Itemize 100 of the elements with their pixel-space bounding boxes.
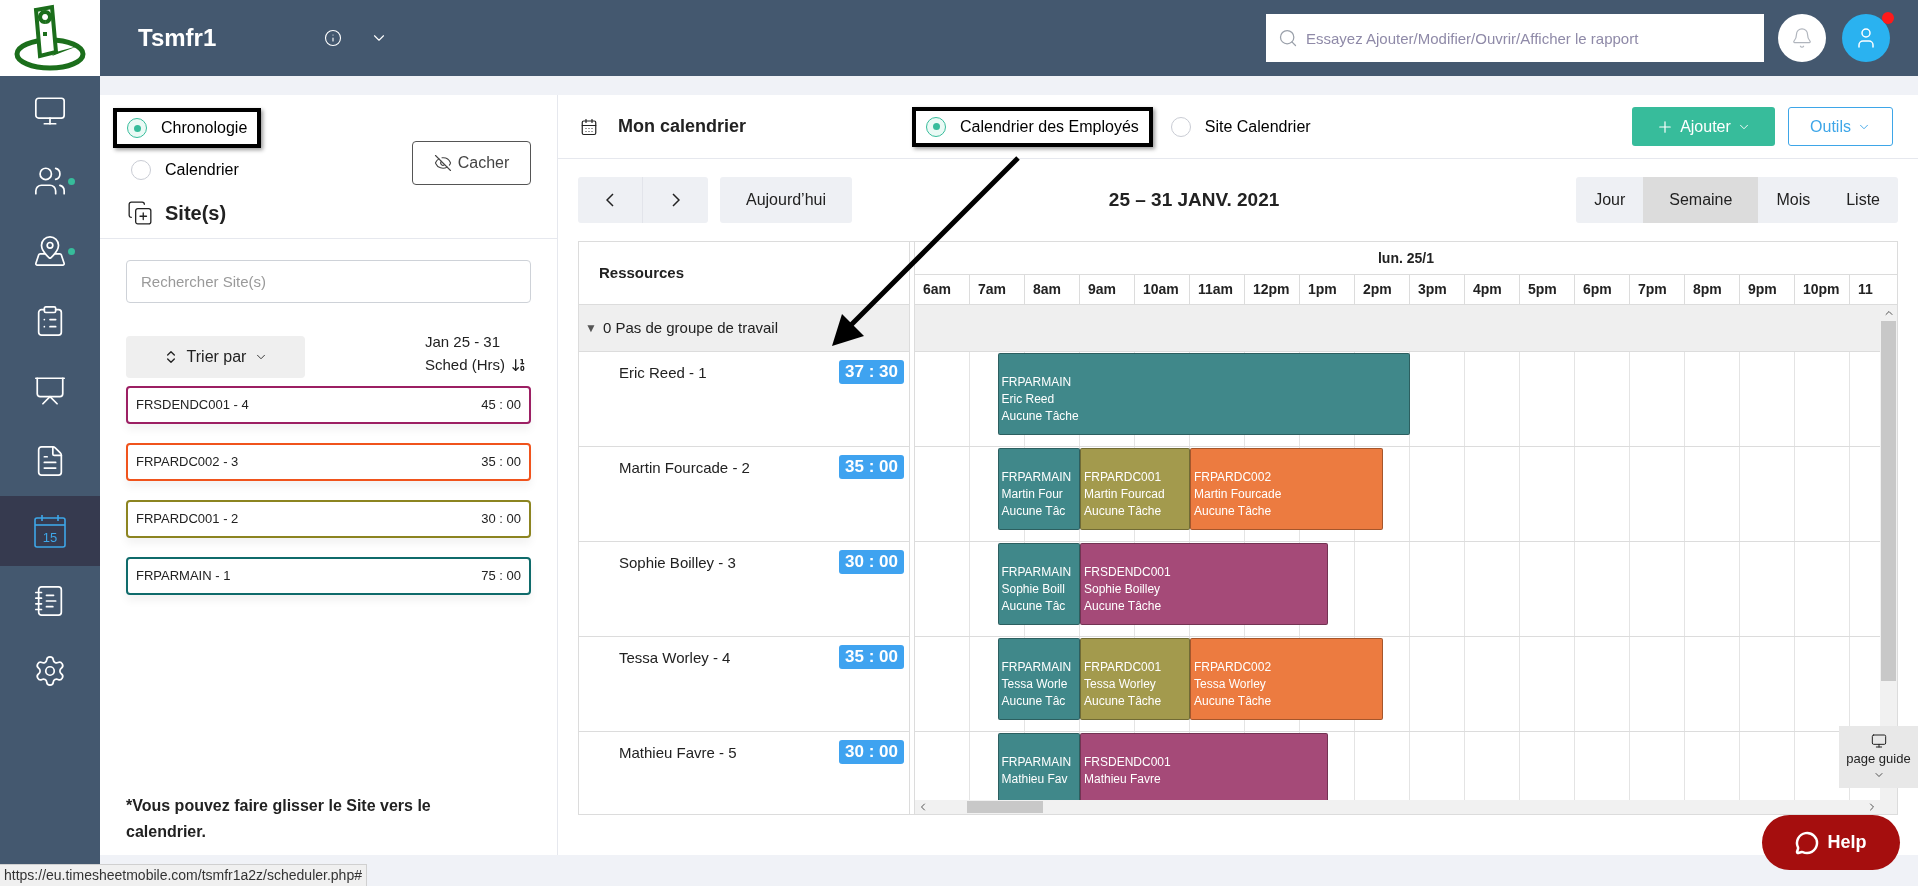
hour-label: 8am xyxy=(1025,275,1080,304)
hours-badge: 35 : 00 xyxy=(839,455,904,479)
hour-label: 5pm xyxy=(1520,275,1575,304)
hour-label: 9am xyxy=(1080,275,1135,304)
today-button[interactable]: Aujourd’hui xyxy=(720,177,852,223)
event-employee: Martin Four xyxy=(1001,486,1064,503)
radio-option[interactable]: Site Calendrier xyxy=(1170,114,1311,139)
shift-event[interactable]: FRPARMAIN Eric Reed Aucune Tâche xyxy=(997,353,1410,435)
group-row[interactable]: ▼ 0 Pas de groupe de travail xyxy=(579,305,909,352)
user-avatar[interactable] xyxy=(1842,14,1890,62)
hour-label: 11 xyxy=(1850,275,1897,304)
logo-icon[interactable] xyxy=(12,4,88,72)
view-tab[interactable]: Semaine xyxy=(1643,177,1759,223)
radio-option[interactable]: Calendrier des Employés xyxy=(926,114,1139,139)
event-task: Aucune Tâc xyxy=(1001,598,1067,615)
event-site: FRSDENDC001 xyxy=(1084,564,1172,581)
page-guide-label: page guide xyxy=(1846,750,1911,769)
hour-label: 7pm xyxy=(1630,275,1685,304)
period-label: Jan 25 - 31 xyxy=(424,332,501,352)
event-employee: Tessa Worley xyxy=(1194,676,1267,693)
scrollbar-thumb[interactable] xyxy=(1881,321,1896,681)
site-item[interactable]: FRPARMAIN - 1 75 : 00 xyxy=(126,557,531,595)
event-employee: Mathieu Favre xyxy=(1084,771,1162,788)
map-icon xyxy=(33,234,67,268)
radio-indicator[interactable] xyxy=(1170,116,1191,137)
hours-badge: 30 : 00 xyxy=(839,550,904,574)
event-site: FRPARMAIN xyxy=(1001,564,1073,581)
hide-button[interactable]: Cacher xyxy=(412,141,531,185)
hour-label: 6am xyxy=(915,275,970,304)
event-employee: Martin Fourcade xyxy=(1194,486,1283,503)
sort-button[interactable]: Trier par xyxy=(126,336,305,378)
radio-option[interactable]: Chronologie xyxy=(127,116,248,140)
event-task: Aucune Tâche xyxy=(1084,693,1163,710)
event-site: FRPARMAIN xyxy=(1001,374,1073,391)
hour-label: 3pm xyxy=(1410,275,1465,304)
add-site-icon[interactable] xyxy=(127,200,153,226)
nav-item[interactable]: 15 xyxy=(0,496,100,566)
hour-label: 6pm xyxy=(1575,275,1630,304)
hour-label: 1pm xyxy=(1300,275,1355,304)
sort-order-icon[interactable] xyxy=(511,356,527,373)
search-icon xyxy=(1278,28,1298,48)
site-name: FRSDENDC001 - 4 xyxy=(136,396,249,415)
hours-badge: 37 : 30 xyxy=(839,360,904,384)
eye-off-icon xyxy=(433,154,452,172)
radio-indicator[interactable] xyxy=(127,118,147,138)
employee-name: Mathieu Favre - 5 xyxy=(619,743,737,763)
view-tab[interactable]: Liste xyxy=(1828,177,1898,223)
users-icon xyxy=(33,164,67,198)
collapse-toggle[interactable]: ▼ xyxy=(585,319,597,337)
event-employee: Eric Reed xyxy=(1001,391,1056,408)
help-button[interactable]: Help xyxy=(1762,815,1900,870)
bell-icon xyxy=(1791,27,1813,49)
event-site: FRSDENDC001 xyxy=(1084,754,1172,771)
view-tab[interactable]: Jour xyxy=(1576,177,1644,223)
event-site: FRPARMAIN xyxy=(1001,754,1073,771)
shift-event[interactable]: FRSDENDC001 Sophie Boilley Aucune Tâche xyxy=(1080,543,1328,625)
event-task: Aucune Tâche xyxy=(1194,693,1273,710)
site-item[interactable]: FRSDENDC001 - 4 45 : 00 xyxy=(126,386,531,424)
shift-event[interactable]: FRSDENDC001 Mathieu Favre xyxy=(1080,733,1328,800)
event-task: Aucune Tâc xyxy=(1001,503,1067,520)
site-search-field[interactable]: Rechercher Site(s) xyxy=(126,260,531,303)
sched-label: Sched (Hrs) xyxy=(424,354,505,375)
shift-event[interactable]: FRPARMAIN Sophie Boill Aucune Tâc xyxy=(997,543,1080,625)
calendar-title: Mon calendrier xyxy=(618,115,747,138)
drag-hint: *Vous pouvez faire glisser le Site vers le calendrier. xyxy=(125,796,432,842)
site-item[interactable]: FRPARDC002 - 3 35 : 00 xyxy=(126,443,531,481)
status-url: https://eu.timesheetmobile.com/tsmfr1a2z/scheduler.php# xyxy=(0,864,367,886)
scrollbar-thumb[interactable] xyxy=(967,801,1043,813)
chat-bubble-icon xyxy=(1795,830,1820,855)
event-employee: Sophie Boilley xyxy=(1084,581,1162,598)
horizontal-scrollbar[interactable] xyxy=(915,800,1880,814)
radio-indicator[interactable] xyxy=(131,160,151,180)
shift-event[interactable]: FRPARMAIN Martin Four Aucune Tâc xyxy=(997,448,1080,530)
site-item[interactable]: FRPARDC001 - 2 30 : 00 xyxy=(126,500,531,538)
hour-label: 9pm xyxy=(1740,275,1795,304)
hour-label: 12pm xyxy=(1245,275,1300,304)
site-hours: 45 : 00 xyxy=(481,396,521,415)
event-site: FRPARDC001 xyxy=(1084,469,1163,486)
employee-name: Sophie Boilley - 3 xyxy=(619,553,736,573)
hour-label: 10am xyxy=(1135,275,1190,304)
sites-title: Site(s) xyxy=(165,201,227,226)
event-task: Aucune Tâche xyxy=(1194,503,1273,520)
shift-event[interactable]: FRPARMAIN Tessa Worle Aucune Tâc xyxy=(997,638,1080,720)
site-hours: 30 : 00 xyxy=(481,510,521,529)
event-task: Aucune Tâche xyxy=(1084,503,1163,520)
search-field[interactable]: Essayez Ajouter/Modifier/Ouvrir/Afficher le rapport xyxy=(1266,14,1764,62)
employee-name: Eric Reed - 1 xyxy=(619,363,707,383)
app-title: Tsmfr1 xyxy=(138,23,217,53)
info-icon[interactable] xyxy=(324,29,343,47)
page-guide-button[interactable]: page guide xyxy=(1839,726,1918,788)
notification-button[interactable] xyxy=(1778,14,1826,62)
employee-name: Martin Fourcade - 2 xyxy=(619,458,750,478)
radio-option[interactable]: Calendrier xyxy=(131,158,239,182)
event-site: FRPARDC002 xyxy=(1194,469,1273,486)
hours-badge: 30 : 00 xyxy=(839,740,904,764)
view-tab[interactable]: Mois xyxy=(1758,177,1829,223)
column-header: Ressources xyxy=(599,262,685,283)
radio-indicator[interactable] xyxy=(926,116,947,137)
calendar-icon xyxy=(580,117,598,136)
shift-event[interactable]: FRPARMAIN Mathieu Fav xyxy=(997,733,1080,800)
